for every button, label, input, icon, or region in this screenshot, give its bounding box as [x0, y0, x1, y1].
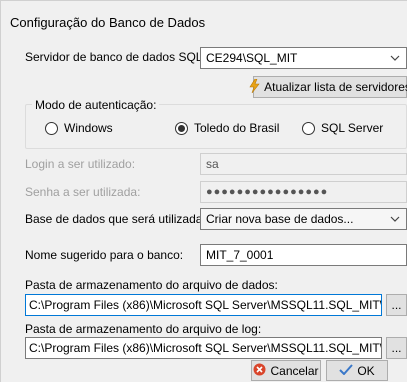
radio-toledo[interactable]: [175, 121, 188, 135]
radio-sqlserver[interactable]: [302, 121, 315, 135]
database-combobox[interactable]: Criar nova base de dados...: [200, 208, 407, 230]
refresh-servers-button[interactable]: Atualizar lista de servidores: [249, 76, 407, 98]
log-path-input[interactable]: C:\Program Files (x86)\Microsoft SQL Ser…: [25, 337, 382, 359]
refresh-servers-label: Atualizar lista de servidores: [264, 80, 407, 94]
server-value: CE294\SQL_MIT: [206, 51, 298, 65]
server-label: Servidor de banco de dados SQL:: [25, 50, 206, 64]
chevron-down-icon: [389, 209, 401, 229]
password-label: Senha a ser utilizada:: [25, 185, 141, 199]
auth-option-windows[interactable]: Windows: [45, 121, 113, 135]
db-name-label: Nome sugerido para o banco:: [25, 248, 184, 262]
data-path-input[interactable]: C:\Program Files (x86)\Microsoft SQL Ser…: [25, 294, 382, 316]
cancel-label: Cancelar: [270, 363, 319, 378]
ok-button[interactable]: OK: [326, 360, 388, 381]
auth-option-windows-label: Windows: [64, 121, 113, 135]
login-label: Login a ser utilizado:: [25, 157, 136, 171]
dialog-title: Configuração do Banco de Dados: [10, 15, 206, 30]
login-input[interactable]: sa: [200, 153, 407, 175]
log-path-browse-button[interactable]: ...: [386, 337, 407, 359]
auth-legend: Modo de autenticação:: [32, 98, 160, 112]
server-combobox[interactable]: CE294\SQL_MIT: [200, 47, 407, 69]
data-path-label: Pasta de armazenamento do arquivo de dad…: [25, 278, 278, 292]
auth-option-toledo[interactable]: Toledo do Brasil: [175, 121, 279, 135]
database-label: Base de dados que será utilizada:: [25, 212, 206, 226]
lightning-icon: [249, 78, 260, 96]
database-value: Criar nova base de dados...: [206, 212, 354, 226]
cancel-icon: [253, 363, 266, 379]
auth-option-sqlserver-label: SQL Server: [321, 121, 384, 135]
radio-windows[interactable]: [45, 121, 58, 135]
password-input[interactable]: ●●●●●●●●●●●●●●●●: [200, 181, 407, 203]
log-path-label: Pasta de armazenamento do arquivo de log…: [25, 322, 262, 336]
auth-option-sqlserver[interactable]: SQL Server: [302, 121, 383, 135]
checkmark-icon: [339, 363, 354, 378]
cancel-button[interactable]: Cancelar: [251, 360, 321, 381]
db-name-input[interactable]: MIT_7_0001: [200, 244, 407, 266]
chevron-down-icon: [389, 48, 401, 68]
ok-label: OK: [357, 363, 375, 378]
data-path-browse-button[interactable]: ...: [386, 294, 407, 316]
auth-option-toledo-label: Toledo do Brasil: [194, 121, 280, 135]
